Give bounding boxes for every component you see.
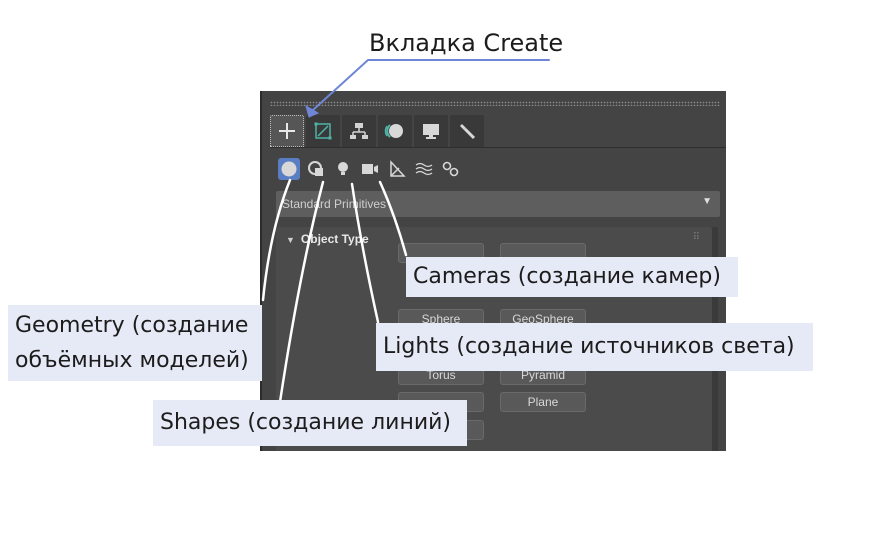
callout-cameras: Cameras (создание камер) — [406, 257, 738, 297]
cameras-icon — [362, 164, 378, 174]
category-systems[interactable] — [440, 158, 462, 180]
helpers-icon — [390, 160, 406, 177]
category-space-warps[interactable] — [413, 158, 435, 180]
modify-icon — [314, 122, 332, 140]
callout-shapes: Shapes (создание линий) — [153, 400, 467, 446]
command-panel-tabs — [270, 115, 484, 147]
lights-icon — [338, 162, 348, 175]
tab-motion[interactable] — [378, 115, 412, 147]
systems-icon — [442, 161, 459, 177]
rollout-header[interactable]: ▼ Object Type — [286, 232, 369, 246]
category-geometry[interactable] — [278, 158, 300, 180]
geometry-icon — [281, 161, 297, 177]
category-cameras[interactable] — [359, 158, 381, 180]
collapse-triangle-icon: ▼ — [286, 235, 295, 245]
callout-lights: Lights (создание источников света) — [376, 323, 813, 371]
create-category-bar — [278, 157, 462, 181]
tab-display[interactable] — [414, 115, 448, 147]
plus-icon — [279, 123, 295, 139]
wrench-icon — [460, 124, 476, 140]
category-helpers[interactable] — [386, 158, 408, 180]
callout-geometry: Geometry (создание объёмных моделей) — [8, 305, 262, 381]
object-category-dropdown[interactable]: Standard Primitives ▼ — [276, 191, 720, 217]
display-icon — [423, 124, 439, 139]
panel-edge — [260, 91, 262, 451]
motion-icon — [384, 124, 403, 138]
space-warps-icon — [415, 162, 433, 176]
rollout-grip-icon: ⠿ — [692, 232, 700, 243]
category-lights[interactable] — [332, 158, 354, 180]
callout-geometry-line1: Geometry (создание — [15, 313, 249, 338]
hierarchy-icon — [350, 123, 368, 139]
rollout-title: Object Type — [300, 232, 369, 246]
tab-divider — [270, 147, 726, 148]
callout-geometry-line2: объёмных моделей) — [15, 348, 249, 373]
callout-create-tab: Вкладка Create — [369, 29, 564, 57]
category-shapes[interactable] — [305, 158, 327, 180]
shapes-icon — [308, 161, 323, 176]
annotated-screenshot: Standard Primitives ▼ ▼ Object Type ⠿ Sph… — [0, 0, 869, 550]
tab-modify[interactable] — [306, 115, 340, 147]
plane-button[interactable]: Plane — [500, 392, 586, 412]
dropdown-arrow-icon: ▼ — [702, 196, 712, 207]
tab-create[interactable] — [270, 115, 304, 147]
panel-drag-strip[interactable] — [270, 101, 720, 106]
dropdown-value: Standard Primitives — [282, 197, 387, 211]
tab-utilities[interactable] — [450, 115, 484, 147]
tab-hierarchy[interactable] — [342, 115, 376, 147]
